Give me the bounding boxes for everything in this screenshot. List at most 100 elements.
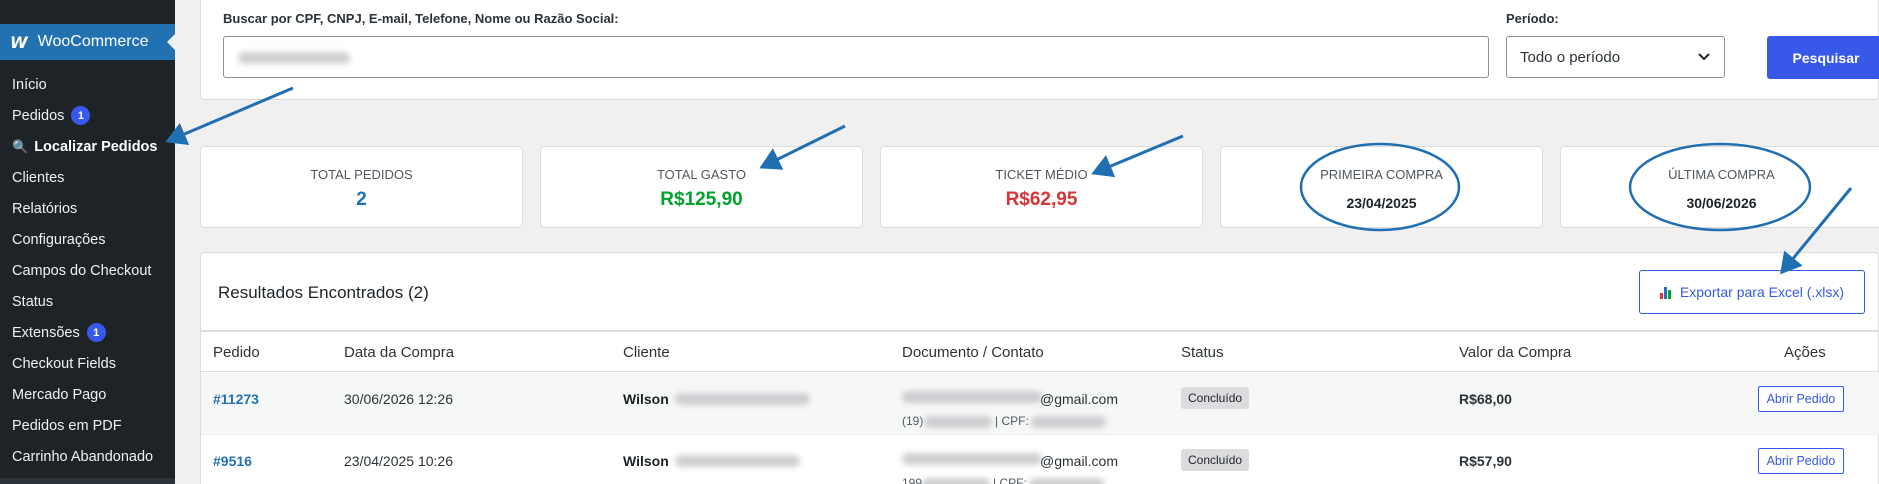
stat-value: 30/06/2026 <box>1686 195 1757 211</box>
sidebar-item-label: Pedidos <box>12 107 65 124</box>
stat-label: TICKET MÉDIO <box>995 167 1088 182</box>
order-value: R$57,90 <box>1459 453 1512 469</box>
stat-label: PRIMEIRA COMPRA <box>1320 167 1443 182</box>
sidebar-item-label: Configurações <box>12 231 106 248</box>
woocommerce-submenu: Início Pedidos 1 🔍 Localizar Pedidos Clien… <box>0 69 175 472</box>
sidebar-item-label: Início <box>12 76 47 93</box>
open-order-button[interactable]: Abrir Pedido <box>1758 386 1844 412</box>
column-header: Ações <box>1784 344 1826 361</box>
redacted-email-user <box>902 453 1042 465</box>
table-row: #9516 23/04/2025 10:26 Wilson @gmail.com… <box>201 435 1879 484</box>
sidebar-item-carrinho-abandonado[interactable]: Carrinho Abandonado <box>0 441 175 472</box>
sidebar-item-extensoes[interactable]: Extensões 1 <box>0 317 175 348</box>
woocommerce-menu-header[interactable]: W WooCommerce <box>0 24 176 60</box>
period-select-value: Todo o período <box>1520 48 1621 66</box>
magnifier-icon: 🔍 <box>12 138 29 154</box>
phone-prefix: (19) <box>902 414 924 428</box>
order-link[interactable]: #9516 <box>213 453 252 469</box>
sidebar-item-checkout-fields[interactable]: Checkout Fields <box>0 348 175 379</box>
table-header: Pedido Data da Compra Cliente Documento … <box>201 330 1879 372</box>
redacted-client-surname <box>675 393 810 405</box>
redacted-cpf <box>1029 478 1104 484</box>
woocommerce-menu-title: WooCommerce <box>37 33 149 50</box>
stat-value: R$62,95 <box>1005 189 1078 210</box>
export-excel-button[interactable]: Exportar para Excel (.xlsx) <box>1639 270 1865 314</box>
results-title: Resultados Encontrados (2) <box>218 283 429 302</box>
order-date: 30/06/2026 12:26 <box>344 391 453 407</box>
stat-card-total-pedidos: TOTAL PEDIDOS 2 <box>200 146 523 228</box>
search-button[interactable]: Pesquisar <box>1767 36 1879 79</box>
sidebar-item-label: Status <box>12 293 54 310</box>
sidebar-item-label: Carrinho Abandonado <box>12 448 154 465</box>
stat-card-primeira-compra: PRIMEIRA COMPRA 23/04/2025 <box>1220 146 1543 228</box>
woocommerce-logo-icon: W <box>10 32 28 52</box>
column-header: Valor da Compra <box>1459 344 1572 361</box>
stat-value: 2 <box>356 189 367 210</box>
stat-value: R$125,90 <box>660 189 743 210</box>
main-content: Buscar por CPF, CNPJ, E-mail, Telefone, … <box>175 0 1879 484</box>
sidebar-item-label: Pedidos em PDF <box>12 417 122 434</box>
sidebar-item-label: Relatórios <box>12 200 78 217</box>
stat-card-ultima-compra: ÚLTIMA COMPRA 30/06/2026 <box>1560 146 1879 228</box>
redacted-client-surname <box>675 455 800 467</box>
sidebar-item-status[interactable]: Status <box>0 286 175 317</box>
stat-card-total-gasto: TOTAL GASTO R$125,90 <box>540 146 863 228</box>
redacted-phone <box>922 478 990 484</box>
client-name: Wilson <box>623 391 669 407</box>
sidebar-item-localizar-pedidos[interactable]: 🔍 Localizar Pedidos <box>0 131 175 162</box>
stat-label: TOTAL PEDIDOS <box>310 167 413 182</box>
sidebar-item-label: Extensões <box>12 324 80 341</box>
sidebar-item-pedidos[interactable]: Pedidos 1 <box>0 100 175 131</box>
stat-label: TOTAL GASTO <box>656 167 747 182</box>
table-row: #11273 30/06/2026 12:26 Wilson @gmail.co… <box>201 373 1879 435</box>
sidebar-footer-strip <box>0 478 175 484</box>
sidebar-item-configuracoes[interactable]: Configurações <box>0 224 175 255</box>
email-domain: @gmail.com <box>1040 391 1119 407</box>
sidebar-item-mercado-pago[interactable]: Mercado Pago <box>0 379 175 410</box>
redacted-phone <box>924 416 992 428</box>
chevron-down-icon <box>1698 53 1710 61</box>
sidebar-item-pedidos-pdf[interactable]: Pedidos em PDF <box>0 410 175 441</box>
results-panel: Resultados Encontrados (2) Exportar para… <box>200 252 1879 484</box>
period-select[interactable]: Todo o período <box>1506 36 1725 78</box>
sidebar-item-label: Campos do Checkout <box>12 262 152 279</box>
export-button-label: Exportar para Excel (.xlsx) <box>1679 284 1845 300</box>
status-badge: Concluído <box>1181 449 1250 471</box>
stat-value: 23/04/2025 <box>1346 195 1417 211</box>
column-header: Cliente <box>623 344 670 361</box>
extensoes-count-badge: 1 <box>86 323 106 342</box>
pedidos-count-badge: 1 <box>71 106 91 125</box>
sidebar-item-label: Clientes <box>12 169 65 186</box>
admin-sidebar: W WooCommerce Início Pedidos 1 🔍 Localizar… <box>0 0 176 484</box>
cpf-label: | CPF: <box>993 476 1027 484</box>
column-header: Documento / Contato <box>902 344 1044 361</box>
phone-prefix: 199 <box>902 476 923 484</box>
sidebar-item-inicio[interactable]: Início <box>0 69 175 100</box>
order-value: R$68,00 <box>1459 391 1512 407</box>
open-order-button[interactable]: Abrir Pedido <box>1758 448 1844 474</box>
search-input[interactable] <box>223 36 1489 78</box>
column-header: Pedido <box>213 344 260 361</box>
order-link[interactable]: #11273 <box>213 391 259 407</box>
sidebar-item-relatorios[interactable]: Relatórios <box>0 193 175 224</box>
sidebar-item-label: Mercado Pago <box>12 386 107 403</box>
redacted-email-user <box>902 391 1042 403</box>
sidebar-item-label: Checkout Fields <box>12 355 116 372</box>
period-label: Período: <box>1506 11 1559 26</box>
search-panel: Buscar por CPF, CNPJ, E-mail, Telefone, … <box>200 0 1879 100</box>
sidebar-item-campos-checkout[interactable]: Campos do Checkout <box>0 255 175 286</box>
redacted-cpf <box>1031 416 1106 428</box>
status-badge: Concluído <box>1181 387 1250 409</box>
order-date: 23/04/2025 10:26 <box>344 453 453 469</box>
email-domain: @gmail.com <box>1040 453 1119 469</box>
stat-label: ÚLTIMA COMPRA <box>1668 167 1775 182</box>
client-name: Wilson <box>623 453 669 469</box>
search-label: Buscar por CPF, CNPJ, E-mail, Telefone, … <box>223 11 619 26</box>
sidebar-item-label: Localizar Pedidos <box>34 138 158 155</box>
stat-card-ticket-medio: TICKET MÉDIO R$62,95 <box>880 146 1203 228</box>
cpf-label: | CPF: <box>995 414 1029 428</box>
column-header: Status <box>1181 344 1224 361</box>
bar-chart-icon <box>1659 286 1673 299</box>
sidebar-item-clientes[interactable]: Clientes <box>0 162 175 193</box>
column-header: Data da Compra <box>344 344 455 361</box>
